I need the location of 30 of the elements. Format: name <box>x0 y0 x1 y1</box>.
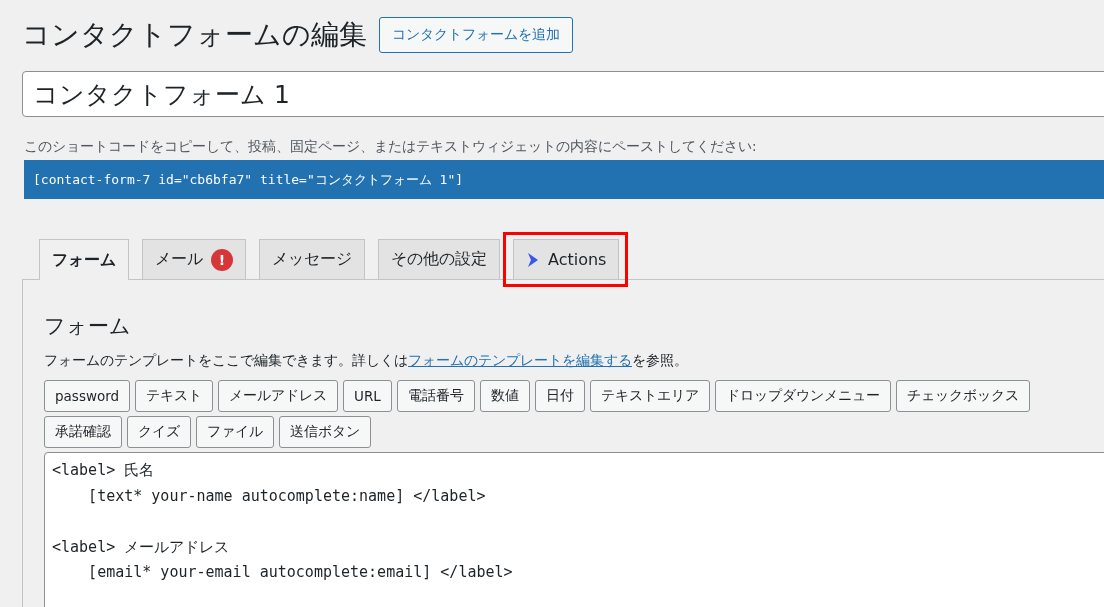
page-title: コンタクトフォームの編集 <box>22 17 367 53</box>
tag-generator-button[interactable]: 電話番号 <box>396 380 475 412</box>
tag-generator-button[interactable]: 承諾確認 <box>44 416 122 448</box>
tag-generator-button[interactable]: password <box>44 380 131 412</box>
panel-description: フォームのテンプレートをここで編集できます。詳しくはフォームのテンプレートを編集する を参照。 <box>44 352 689 370</box>
tag-generator-button[interactable]: ドロップダウンメニュー <box>714 380 891 412</box>
tab[interactable]: その他の設定 <box>378 239 500 279</box>
shortcode-hint: このショートコードをコピーして、投稿、固定ページ、またはテキストウィジェットの内容にペーストしてください: <box>24 138 758 156</box>
tag-generator-button[interactable]: URL <box>343 380 392 412</box>
tag-generator-button[interactable]: テキストエリア <box>589 380 710 412</box>
tag-generator-button[interactable]: 数値 <box>479 380 530 412</box>
tag-generator-button[interactable]: 送信ボタン <box>279 416 371 448</box>
tag-generator-button[interactable]: ファイル <box>196 416 274 448</box>
tab[interactable]: Actions <box>513 239 620 279</box>
warning-badge: ! <box>211 248 233 271</box>
tab[interactable]: フォーム <box>39 239 129 280</box>
chevron-icon <box>526 251 540 268</box>
form-title-input[interactable]: コンタクトフォーム 1 <box>22 71 1104 117</box>
tag-generator-button[interactable]: クイズ <box>127 416 191 448</box>
tag-generator-button[interactable]: 日付 <box>534 380 585 412</box>
tab[interactable]: メッセージ <box>259 239 365 279</box>
panel-heading: フォーム <box>44 313 132 340</box>
template-editor[interactable]: <label> 氏名 [text* your-name autocomplete:name] </label> <label> メールアドレス [email* your-email autocomplete:email] </label> <box>44 452 1104 607</box>
add-contact-form-button[interactable]: コンタクトフォームを追加 <box>379 17 573 53</box>
tag-generator-button[interactable]: メールアドレス <box>218 380 339 412</box>
tag-generator-button[interactable]: テキスト <box>135 380 214 412</box>
tag-generator-button[interactable]: チェックボックス <box>895 380 1030 412</box>
template-help-link[interactable]: フォームのテンプレートを編集する <box>408 352 632 368</box>
shortcode-field[interactable]: [contact-form-7 id="cb6bfa7" title="コンタクトフォーム 1"] <box>24 160 1104 199</box>
tab[interactable]: メール ! <box>142 239 246 279</box>
